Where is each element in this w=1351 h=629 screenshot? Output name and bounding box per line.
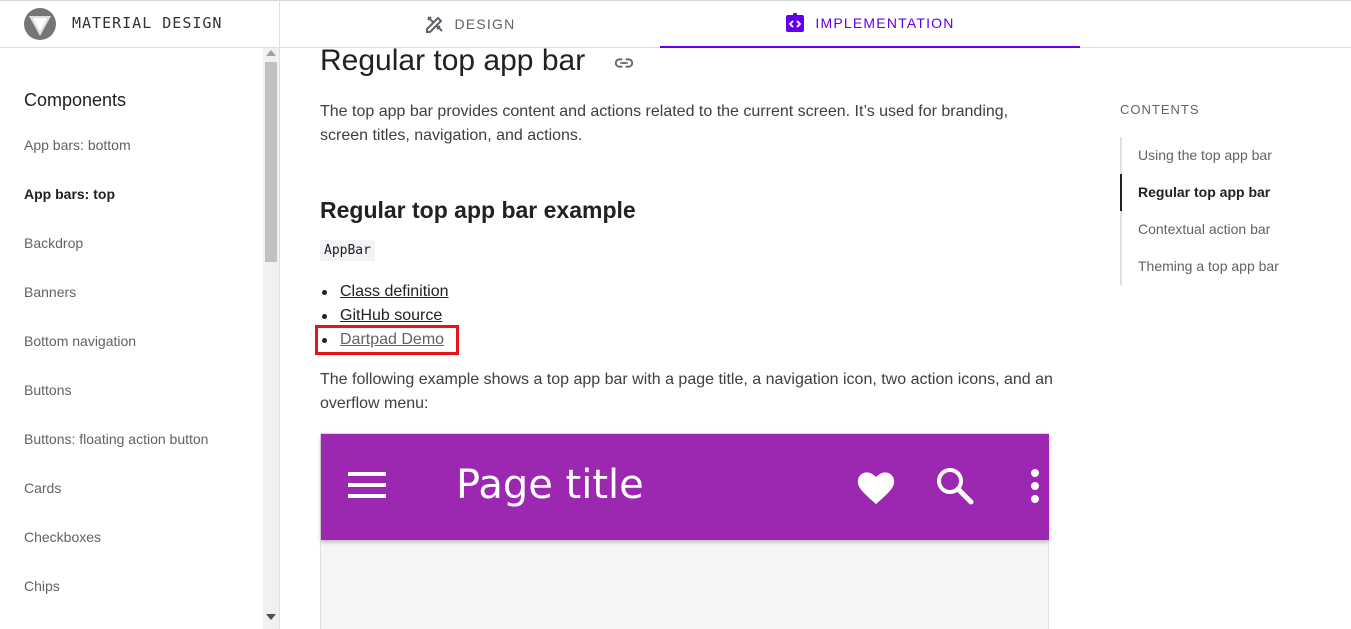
demo-app-bar: Page title <box>321 434 1049 540</box>
top-bar: MATERIAL DESIGN DESIGN IMPLEMENTATION <box>0 0 1351 48</box>
sidebar-item-chips[interactable]: Chips <box>24 578 60 594</box>
link-icon[interactable] <box>613 52 635 74</box>
sidebar-item-backdrop[interactable]: Backdrop <box>24 235 83 251</box>
search-icon <box>937 468 974 505</box>
code-chip: AppBar <box>320 240 375 261</box>
sidebar-heading: Components <box>24 90 127 110</box>
sidebar-item-cards[interactable]: Cards <box>24 480 61 496</box>
scroll-up-arrow-icon[interactable] <box>266 50 276 56</box>
demo-preview: Page title <box>320 433 1049 629</box>
toc-item-theming[interactable]: Theming a top app bar <box>1138 258 1279 274</box>
tab-implementation[interactable]: IMPLEMENTATION <box>660 0 1080 48</box>
sidebar-item-app-bars-top[interactable]: App bars: top <box>24 186 115 202</box>
brand-text: MATERIAL DESIGN <box>72 14 223 32</box>
toc-heading: CONTENTS <box>1120 102 1200 117</box>
sidebar: Components App bars: bottom App bars: to… <box>0 48 280 629</box>
list-item: Class definition <box>320 280 449 304</box>
brand[interactable]: MATERIAL DESIGN <box>0 0 280 47</box>
menu-icon <box>348 472 386 498</box>
toc-item-using[interactable]: Using the top app bar <box>1138 147 1272 163</box>
tab-design-label: DESIGN <box>454 15 516 32</box>
main-content: Regular top app bar The top app bar prov… <box>280 48 1100 629</box>
sidebar-item-buttons-fab[interactable]: Buttons: floating action button <box>24 431 208 447</box>
toc-item-contextual[interactable]: Contextual action bar <box>1138 221 1270 237</box>
table-of-contents: CONTENTS Using the top app bar Regular t… <box>1100 48 1351 629</box>
tab-design[interactable]: DESIGN <box>280 0 660 47</box>
sidebar-item-bottom-navigation[interactable]: Bottom navigation <box>24 333 136 349</box>
github-source-link[interactable]: GitHub source <box>340 307 442 324</box>
sidebar-item-app-bars-bottom[interactable]: App bars: bottom <box>24 137 131 153</box>
intro-text: The top app bar provides content and act… <box>320 103 1009 144</box>
sidebar-item-banners[interactable]: Banners <box>24 284 76 300</box>
tab-implementation-label: IMPLEMENTATION <box>815 15 955 31</box>
sidebar-item-checkboxes[interactable]: Checkboxes <box>24 529 101 545</box>
toc-line <box>1120 137 1122 285</box>
demo-page-title: Page title <box>456 462 644 508</box>
highlight-box <box>315 325 459 355</box>
class-definition-link[interactable]: Class definition <box>340 283 449 300</box>
page-title: Regular top app bar <box>320 48 586 77</box>
code-icon <box>786 13 805 32</box>
toc-active-indicator <box>1120 174 1122 211</box>
toc-item-regular[interactable]: Regular top app bar <box>1138 184 1270 200</box>
section-title: Regular top app bar example <box>320 197 636 223</box>
sidebar-item-buttons[interactable]: Buttons <box>24 382 71 398</box>
heart-icon <box>857 472 895 505</box>
design-tools-icon <box>425 15 443 33</box>
example-description: The following example shows a top app ba… <box>320 371 1053 412</box>
more-vert-icon <box>1031 469 1039 503</box>
material-logo-icon <box>24 8 56 40</box>
scroll-down-arrow-icon[interactable] <box>266 614 276 620</box>
sidebar-scrollbar-thumb[interactable] <box>265 62 277 262</box>
